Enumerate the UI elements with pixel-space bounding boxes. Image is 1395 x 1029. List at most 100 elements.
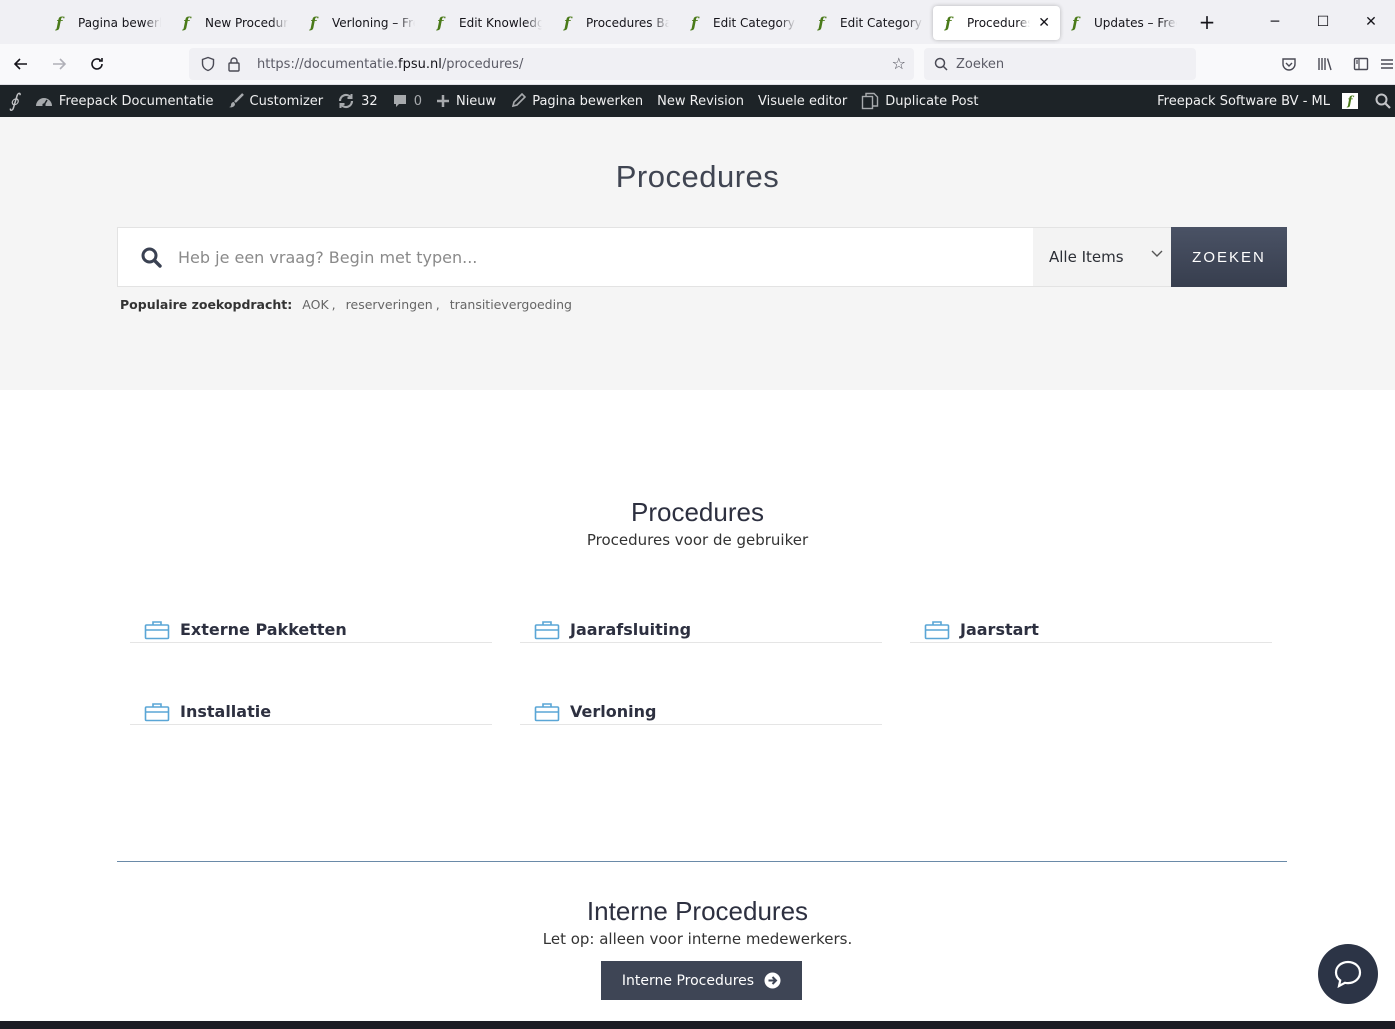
minimize-icon[interactable]: ─ <box>1251 0 1299 44</box>
procedures-subtitle: Procedures voor de gebruiker <box>586 531 809 549</box>
new-content-item[interactable]: Nieuw <box>429 85 503 117</box>
category-label: Jaarstart <box>960 620 1039 639</box>
site-name-label: Freepack Documentatie <box>58 93 214 109</box>
url-path: /procedures/ <box>441 56 524 72</box>
category-installatie[interactable]: Installatie <box>130 699 492 725</box>
tab-edit-category-2[interactable]: f Edit Category ‹ Freepack <box>806 6 933 40</box>
briefcase-icon <box>924 620 950 639</box>
freepack-favicon-icon: f <box>945 14 952 32</box>
url-domain: fpsu.nl <box>398 56 442 72</box>
lock-icon[interactable] <box>223 56 245 72</box>
tab-strip: f Pagina bewerken f New Procedures f Ver… <box>0 0 1395 44</box>
procedures-heading: Procedures <box>631 497 764 527</box>
tab-procedures-active[interactable]: f Procedures – Freepack ✕ <box>933 6 1060 40</box>
toolbar-right <box>1271 48 1395 80</box>
updates-icon <box>337 93 355 109</box>
browser-search-input[interactable]: Zoeken <box>924 48 1196 80</box>
popular-tag[interactable]: reserveringen <box>346 297 433 312</box>
tab-new-procedures[interactable]: f New Procedures <box>171 6 298 40</box>
search-button[interactable]: ZOEKEN <box>1171 227 1287 287</box>
category-label: Jaarafsluiting <box>570 620 692 639</box>
wp-logo-item[interactable]: ∮ <box>0 85 28 117</box>
forward-icon[interactable] <box>42 49 76 79</box>
edit-page-item[interactable]: Pagina bewerken <box>503 85 650 117</box>
comments-item[interactable]: 0 <box>385 85 429 117</box>
pocket-icon[interactable] <box>1271 56 1307 72</box>
freepack-favicon-icon: f <box>1072 14 1079 32</box>
freepack-favicon-icon: f <box>691 14 698 32</box>
my-account-item[interactable]: Freepack Software BV - ML f <box>1150 85 1365 117</box>
tab-title: Updates – Freepack <box>1094 16 1177 30</box>
tab-title: New Procedures <box>205 16 288 30</box>
chat-widget-button[interactable] <box>1318 944 1378 1004</box>
new-tab-button[interactable]: + <box>1187 5 1227 39</box>
bookmark-star-icon[interactable]: ☆ <box>892 54 906 73</box>
comment-icon <box>392 93 408 109</box>
briefcase-icon <box>144 620 170 639</box>
pencil-icon <box>510 93 527 109</box>
tracking-shield-icon[interactable] <box>197 56 219 72</box>
tab-verloning[interactable]: f Verloning – Freepack <box>298 6 425 40</box>
url-text: https://documentatie.fpsu.nl/procedures/ <box>257 57 523 72</box>
library-icon[interactable] <box>1307 56 1343 72</box>
browser-search-placeholder: Zoeken <box>956 56 1005 72</box>
visual-editor-item[interactable]: Visuele editor <box>751 85 854 117</box>
admin-search-item[interactable] <box>1365 85 1395 117</box>
reload-icon[interactable] <box>80 49 114 79</box>
duplicate-post-item[interactable]: Duplicate Post <box>854 85 985 117</box>
freepack-favicon-icon: f <box>56 14 63 32</box>
tab-pagina-bewerken[interactable]: f Pagina bewerken <box>44 6 171 40</box>
close-tab-icon[interactable]: ✕ <box>1038 15 1050 31</box>
tab-title: Edit Category ‹ Freepack <box>713 16 796 30</box>
popular-tag[interactable]: AOK <box>302 297 328 312</box>
category-select-value: Alle Items <box>1049 248 1124 266</box>
tag-separator: , <box>331 297 336 312</box>
search-icon <box>934 57 948 71</box>
avatar: f <box>1342 93 1358 109</box>
tab-updates[interactable]: f Updates – Freepack <box>1060 6 1187 40</box>
tab-edit-category-1[interactable]: f Edit Category ‹ Freepack <box>679 6 806 40</box>
category-verloning[interactable]: Verloning <box>520 699 882 725</box>
internal-procedures-label: Interne Procedures <box>621 972 755 989</box>
back-icon[interactable] <box>4 49 38 79</box>
dashboard-icon <box>35 94 53 108</box>
category-select[interactable]: Alle Items <box>1033 228 1171 286</box>
kb-search-input[interactable]: Heb je een vraag? Begin met typen... <box>166 228 1033 286</box>
internal-heading: Interne Procedures <box>586 896 809 926</box>
tab-title: Procedures – Freepack <box>967 16 1031 30</box>
category-externe-pakketten[interactable]: Externe Pakketten <box>130 617 492 643</box>
tab-title: Verloning – Freepack <box>332 16 415 30</box>
category-jaarafsluiting[interactable]: Jaarafsluiting <box>520 617 882 643</box>
plus-icon <box>436 94 450 108</box>
tab-edit-knowledge-base[interactable]: f Edit Knowledge Base <box>425 6 552 40</box>
window-controls: ─ ☐ ✕ <box>1251 0 1395 44</box>
search-icon <box>1375 93 1391 109</box>
tab-title: Edit Category ‹ Freepack <box>840 16 923 30</box>
briefcase-icon <box>144 702 170 721</box>
menu-icon[interactable] <box>1379 57 1395 71</box>
category-jaarstart[interactable]: Jaarstart <box>910 617 1272 643</box>
tab-title: Procedures Base <box>586 16 669 30</box>
wp-admin-bar: ∮ Freepack Documentatie Customizer 32 0 … <box>0 85 1395 117</box>
search-icon <box>118 228 166 286</box>
freepack-favicon-icon: f <box>310 14 317 32</box>
customizer-item[interactable]: Customizer <box>221 85 331 117</box>
category-label: Externe Pakketten <box>180 620 347 639</box>
freepack-favicon-icon: f <box>818 14 825 32</box>
url-bar[interactable]: https://documentatie.fpsu.nl/procedures/… <box>189 48 914 80</box>
maximize-icon[interactable]: ☐ <box>1299 0 1347 44</box>
close-window-icon[interactable]: ✕ <box>1347 0 1395 44</box>
updates-count: 32 <box>361 93 378 109</box>
freepack-favicon-icon: f <box>564 14 571 32</box>
category-label: Verloning <box>570 702 657 721</box>
sidebar-toggle-icon[interactable] <box>1343 56 1379 72</box>
duplicate-icon <box>861 92 879 110</box>
new-revision-item[interactable]: New Revision <box>650 85 751 117</box>
internal-procedures-button[interactable]: Interne Procedures <box>601 961 802 1000</box>
brush-icon <box>228 93 244 109</box>
updates-item[interactable]: 32 <box>330 85 385 117</box>
tab-procedures-base[interactable]: f Procedures Base <box>552 6 679 40</box>
site-name-item[interactable]: Freepack Documentatie <box>28 85 221 117</box>
popular-tag[interactable]: transitievergoeding <box>450 297 572 312</box>
briefcase-icon <box>534 620 560 639</box>
